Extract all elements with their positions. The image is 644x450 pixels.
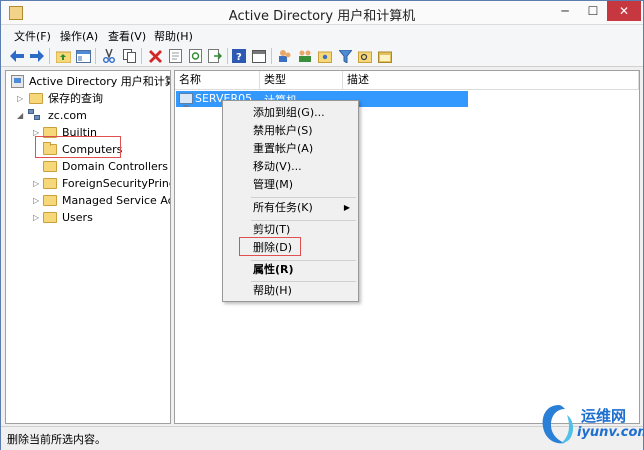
watermark-cn: 运维网 <box>581 407 627 425</box>
menu-item-label: 禁用帐户(S) <box>253 124 313 137</box>
toolbar-separator <box>49 48 50 64</box>
title-bar[interactable]: Active Directory 用户和计算机 ─ ☐ ✕ <box>1 1 643 25</box>
tree-item-foreign-security[interactable]: ▷ ForeignSecurityPrincipa <box>6 175 170 192</box>
refresh-icon[interactable] <box>187 48 203 64</box>
export-icon[interactable] <box>207 48 223 64</box>
back-arrow-icon[interactable] <box>9 48 25 64</box>
close-button[interactable]: ✕ <box>607 1 641 21</box>
expand-arrow-icon[interactable]: ▷ <box>33 175 43 192</box>
ou-folder-icon <box>43 161 57 172</box>
tree-item-label: Users <box>62 211 93 224</box>
toolbar: ? <box>1 45 643 67</box>
group-icon[interactable] <box>297 48 313 64</box>
copy-icon[interactable] <box>121 48 137 64</box>
computers-highlight-box <box>35 136 121 158</box>
menu-item-label: 添加到组(G)... <box>253 106 325 119</box>
container-icon[interactable] <box>317 48 333 64</box>
toolbar-separator <box>271 48 272 64</box>
app-window: Active Directory 用户和计算机 ─ ☐ ✕ 文件(F) 操作(A… <box>0 0 644 450</box>
menu-item-reset-account[interactable]: 重置帐户(A) <box>225 140 356 158</box>
watermark-logo-icon <box>542 405 574 444</box>
column-header-name[interactable]: 名称 <box>175 71 260 90</box>
toolbar-separator <box>227 48 228 64</box>
menu-item-label: 重置帐户(A) <box>253 142 314 155</box>
ad-console-icon <box>11 75 24 88</box>
menu-item-properties[interactable]: 属性(R) <box>225 261 356 279</box>
menu-item-disable-account[interactable]: 禁用帐户(S) <box>225 122 356 140</box>
tree-item-label: ForeignSecurityPrincipa <box>62 177 170 190</box>
folder-icon <box>43 212 57 223</box>
properties-icon[interactable] <box>167 48 183 64</box>
expand-arrow-icon[interactable]: ▷ <box>17 90 27 107</box>
watermark: 运维网 iyunv.com <box>537 401 644 447</box>
folder-icon <box>43 178 57 189</box>
menu-help[interactable]: 帮助(H) <box>154 28 193 44</box>
tree-item-saved-queries[interactable]: ▷ 保存的查询 <box>6 90 170 107</box>
tree-item-domain-controllers[interactable]: Domain Controllers <box>6 158 170 175</box>
view-icon[interactable] <box>75 48 91 64</box>
menu-bar: 文件(F) 操作(A) 查看(V) 帮助(H) <box>1 25 643 45</box>
tree-item-root[interactable]: Active Directory 用户和计算机 <box>6 73 170 90</box>
watermark-en: iyunv.com <box>577 425 644 440</box>
tree-item-label: Managed Service Acco <box>62 194 170 207</box>
console-icon[interactable] <box>251 48 267 64</box>
menu-item-label: 帮助(H) <box>253 284 292 297</box>
menu-item-add-to-group[interactable]: 添加到组(G)... <box>225 104 356 122</box>
forward-arrow-icon[interactable] <box>29 48 45 64</box>
status-text: 删除当前所选内容。 <box>7 433 106 446</box>
folder-up-icon[interactable] <box>55 48 71 64</box>
column-header-type[interactable]: 类型 <box>260 71 343 90</box>
expand-arrow-icon[interactable]: ▷ <box>33 209 43 226</box>
menu-item-manage[interactable]: 管理(M) <box>225 176 356 194</box>
menu-item-label: 所有任务(K) <box>253 201 313 214</box>
menu-item-label: 管理(M) <box>253 178 294 191</box>
menu-view[interactable]: 查看(V) <box>108 28 146 44</box>
users-icon[interactable] <box>277 48 293 64</box>
column-header-description[interactable]: 描述 <box>343 71 639 90</box>
menu-separator <box>251 197 356 198</box>
minimize-button[interactable]: ─ <box>551 1 579 21</box>
filter-icon[interactable] <box>337 48 353 64</box>
tree-item-label: zc.com <box>48 109 87 122</box>
tree-item-users[interactable]: ▷ Users <box>6 209 170 226</box>
menu-item-help[interactable]: 帮助(H) <box>225 282 356 300</box>
maximize-button[interactable]: ☐ <box>579 1 607 21</box>
folder-icon <box>43 195 57 206</box>
menu-item-all-tasks[interactable]: 所有任务(K) ▶ <box>225 199 356 217</box>
menu-item-move[interactable]: 移动(V)... <box>225 158 356 176</box>
folder-icon <box>29 93 43 104</box>
delete-highlight-box <box>239 237 301 256</box>
submenu-arrow-icon: ▶ <box>343 203 350 212</box>
toolbar-separator <box>95 48 96 64</box>
cut-icon[interactable] <box>101 48 117 64</box>
tree-pane: Active Directory 用户和计算机 ▷ 保存的查询 ◢ zc.com… <box>5 70 171 424</box>
delete-icon[interactable] <box>147 48 163 64</box>
tree-item-label: Active Directory 用户和计算机 <box>29 75 171 88</box>
help-icon[interactable]: ? <box>231 48 247 64</box>
tree-item-managed-service[interactable]: ▷ Managed Service Acco <box>6 192 170 209</box>
tree-item-domain[interactable]: ◢ zc.com <box>6 107 170 124</box>
expand-arrow-icon[interactable]: ▷ <box>33 192 43 209</box>
computer-icon <box>179 93 193 107</box>
folder-icon[interactable] <box>377 48 393 64</box>
collapse-arrow-icon[interactable]: ◢ <box>17 107 27 124</box>
menu-file[interactable]: 文件(F) <box>14 28 51 44</box>
menu-item-label: 属性(R) <box>253 263 294 276</box>
tree-item-label: 保存的查询 <box>48 92 103 105</box>
svg-text:?: ? <box>236 52 242 63</box>
toolbar-separator <box>141 48 142 64</box>
context-menu: 添加到组(G)... 禁用帐户(S) 重置帐户(A) 移动(V)... 管理(M… <box>222 100 359 302</box>
domain-icon <box>28 109 41 122</box>
menu-item-label: 剪切(T) <box>253 223 291 236</box>
window-title: Active Directory 用户和计算机 <box>228 9 416 24</box>
menu-item-label: 移动(V)... <box>253 160 302 173</box>
tree-item-label: Domain Controllers <box>62 160 169 173</box>
find-icon[interactable] <box>357 48 373 64</box>
menu-action[interactable]: 操作(A) <box>60 28 98 44</box>
